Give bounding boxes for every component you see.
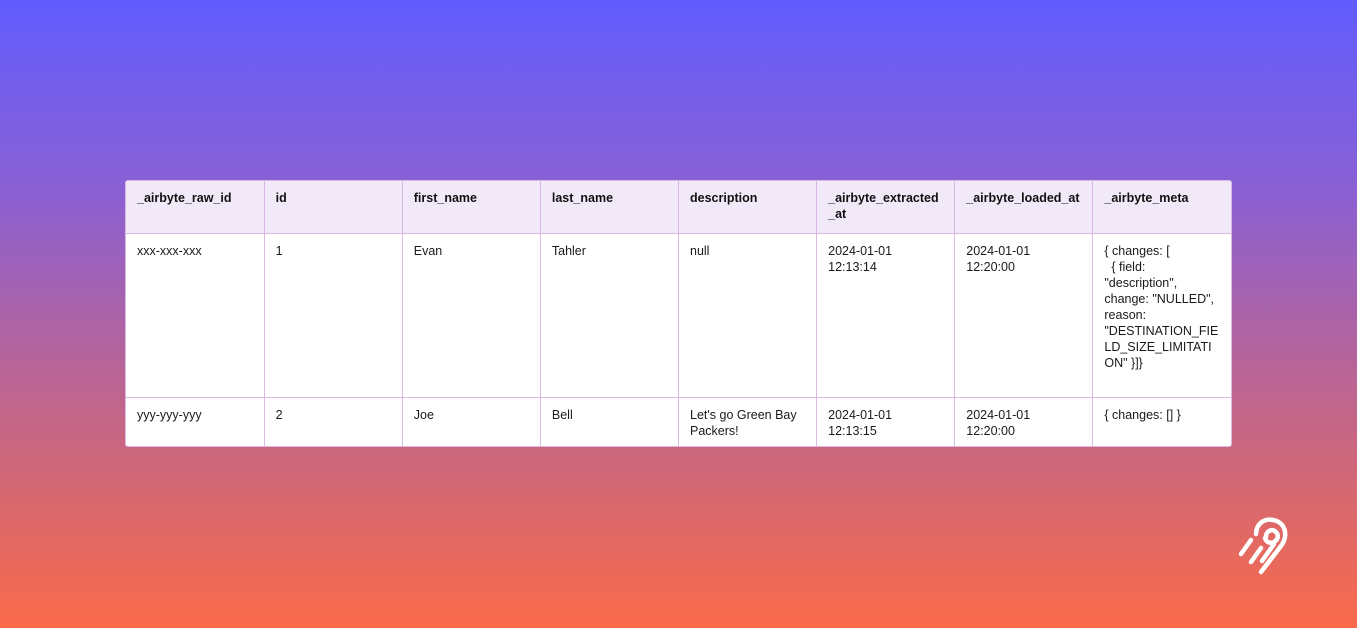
cell-airbyte-raw-id: yyy-yyy-yyy [126, 397, 265, 446]
cell-airbyte-meta: { changes: [] } [1104, 407, 1181, 422]
column-header-airbyte-loaded-at: _airbyte_loaded_at [954, 181, 1094, 234]
table-header-row: _airbyte_raw_id id first_name last_name … [126, 181, 1231, 234]
cell-description: Let's go Green Bay Packers! [678, 397, 818, 446]
column-header-description: description [678, 181, 818, 234]
cell-last-name: Bell [540, 397, 680, 446]
cell-airbyte-raw-id: xxx-xxx-xxx [126, 233, 265, 398]
cell-airbyte-loaded-at: 2024-01-01 12:20:00 [954, 397, 1094, 446]
column-header-first-name: first_name [402, 181, 541, 234]
cell-airbyte-extracted-at: 2024-01-01 12:13:14 [816, 233, 956, 398]
table-row: xxx-xxx-xxx 1 Evan Tahler null 2024-01-0… [126, 233, 1231, 398]
cell-id: 2 [264, 397, 403, 446]
cell-last-name: Tahler [540, 233, 680, 398]
column-header-airbyte-extracted-at: _airbyte_extracted_at [816, 181, 956, 234]
table-row: yyy-yyy-yyy 2 Joe Bell Let's go Green Ba… [126, 397, 1231, 446]
data-table: _airbyte_raw_id id first_name last_name … [126, 181, 1231, 446]
airbyte-logo-icon [1235, 516, 1301, 578]
cell-description: null [678, 233, 818, 398]
column-header-last-name: last_name [540, 181, 680, 234]
cell-id: 1 [264, 233, 403, 398]
cell-airbyte-extracted-at: 2024-01-01 12:13:15 [816, 397, 956, 446]
column-header-airbyte-meta: _airbyte_meta [1092, 181, 1231, 234]
cell-first-name: Evan [402, 233, 541, 398]
cell-airbyte-loaded-at: 2024-01-01 12:20:00 [954, 233, 1094, 398]
data-table-card: _airbyte_raw_id id first_name last_name … [125, 180, 1232, 447]
column-header-id: id [264, 181, 403, 234]
cell-airbyte-meta: { changes: [ { field: "description", cha… [1092, 233, 1231, 398]
column-header-airbyte-raw-id: _airbyte_raw_id [126, 181, 265, 234]
cell-first-name: Joe [402, 397, 541, 446]
